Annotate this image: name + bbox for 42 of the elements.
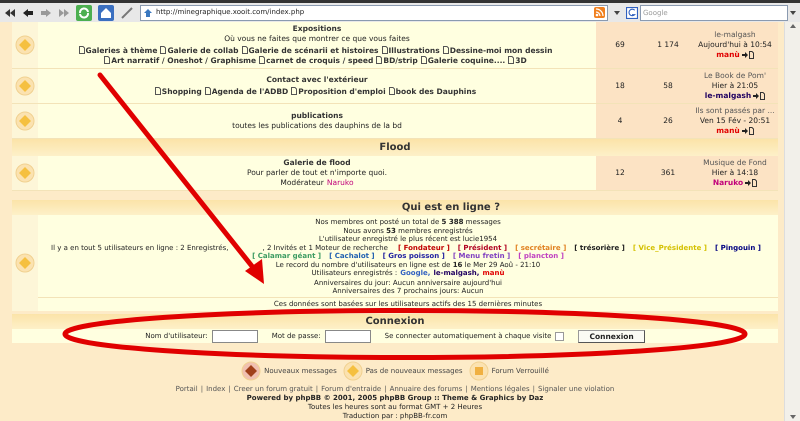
- legend-icon: [241, 361, 262, 381]
- page-icon: [388, 87, 395, 95]
- back-icon[interactable]: [22, 8, 34, 18]
- caret-icon[interactable]: [790, 10, 796, 14]
- scroll-up-icon[interactable]: [790, 24, 796, 28]
- rss-icon[interactable]: [594, 7, 605, 18]
- page-icon: [508, 56, 514, 64]
- username-field[interactable]: [212, 330, 258, 343]
- page-icon: [259, 56, 266, 64]
- section-header: Qui est en ligne ?: [12, 200, 778, 216]
- arrow-page-icon[interactable]: [742, 127, 754, 135]
- first-page-icon[interactable]: [4, 8, 16, 18]
- legend-icon: [342, 361, 363, 381]
- page-icon: [160, 46, 166, 54]
- arrow-page-icon[interactable]: [742, 51, 754, 59]
- arrow-page-icon[interactable]: [745, 179, 758, 187]
- dropdown-caret-icon[interactable]: [614, 10, 620, 14]
- legend-icon: [468, 361, 489, 381]
- pen-icon[interactable]: [120, 6, 134, 20]
- page-icon: [442, 46, 449, 54]
- password-field[interactable]: [324, 330, 371, 343]
- page-icon: [420, 56, 427, 64]
- forum-status-icon: [15, 35, 35, 55]
- page-icon: [242, 46, 248, 54]
- forum-status-icon: [15, 111, 35, 131]
- page-icon: [291, 87, 298, 95]
- page-icon: [154, 87, 161, 95]
- forum-status-icon: [15, 76, 35, 96]
- autologin-checkbox[interactable]: [555, 332, 564, 341]
- page-icon: [204, 87, 211, 95]
- search-engine-icon[interactable]: [626, 6, 638, 18]
- refresh-icon[interactable]: [76, 4, 92, 20]
- online-users-icon: [15, 253, 35, 274]
- forum-status-icon: [15, 163, 35, 183]
- site-icon: [143, 8, 153, 18]
- page-icon: [78, 46, 85, 54]
- page-icon: [104, 56, 110, 64]
- scrollbar[interactable]: [784, 22, 800, 421]
- section-header: Flood: [12, 139, 778, 156]
- scroll-down-icon[interactable]: [790, 415, 796, 419]
- home-icon[interactable]: [98, 4, 114, 20]
- arrow-page-icon[interactable]: [753, 92, 766, 100]
